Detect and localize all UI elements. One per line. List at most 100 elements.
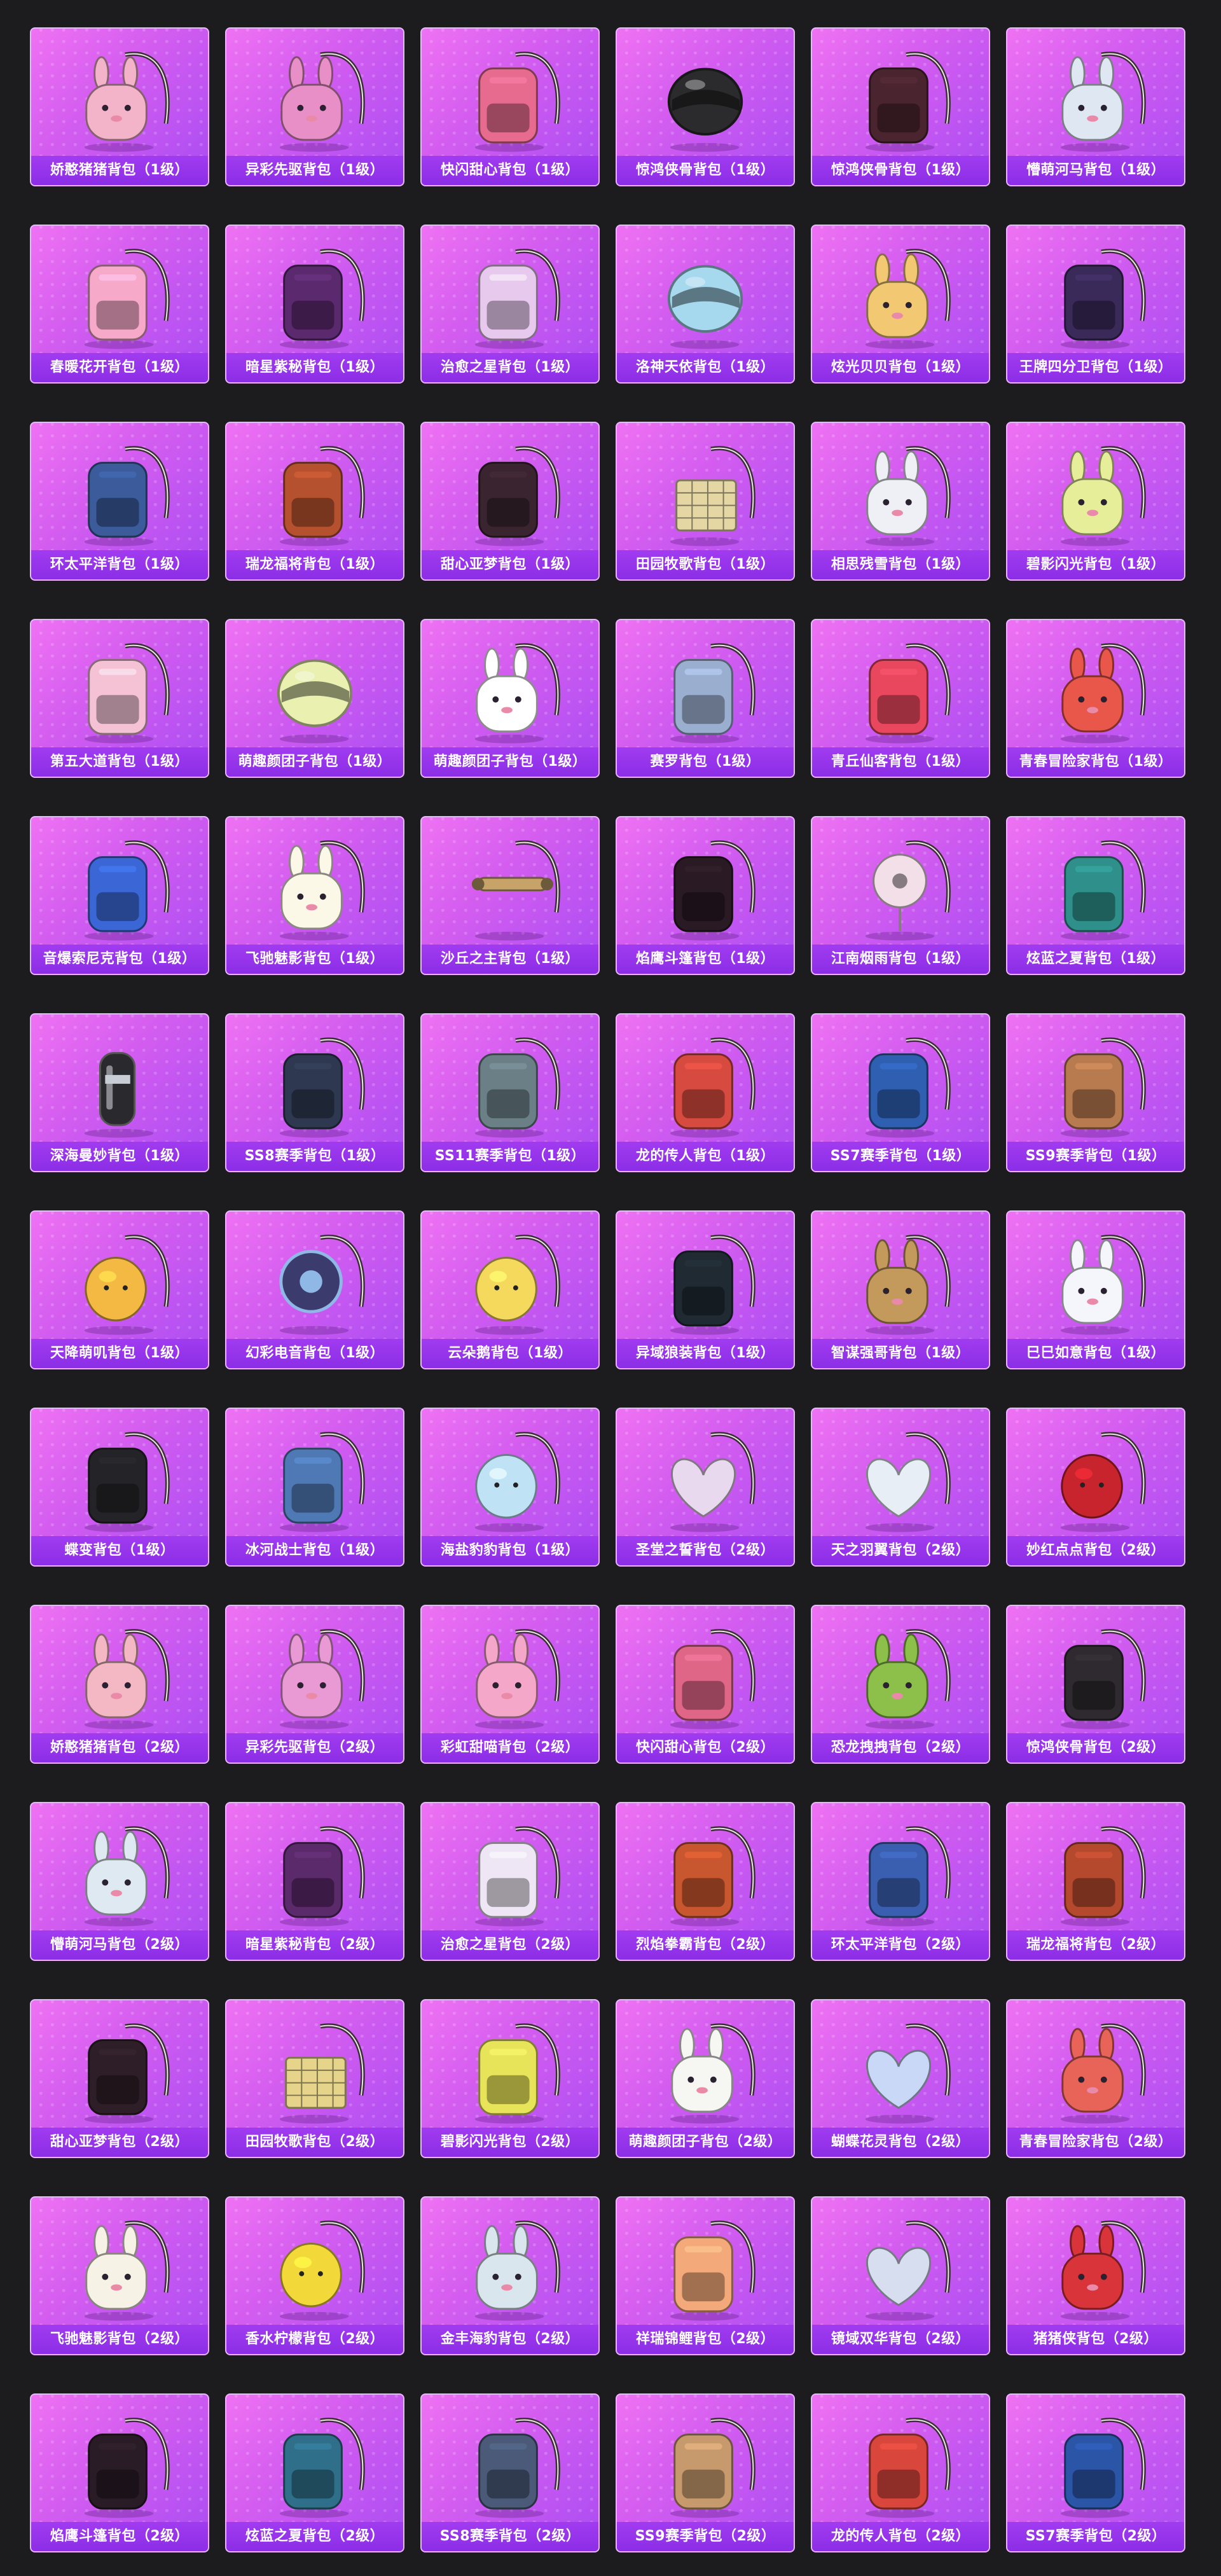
item-card[interactable]: 妙红点点背包（2级） xyxy=(1006,1408,1185,1567)
item-card[interactable]: 惊鸿侠骨背包（1级） xyxy=(616,27,795,186)
item-card[interactable]: 相思残雪背包（1级） xyxy=(811,422,990,581)
item-card[interactable]: 天降萌叽背包（1级） xyxy=(30,1210,209,1369)
item-card[interactable]: 异彩先驱背包（1级） xyxy=(225,27,404,186)
item-card[interactable]: 云朵鹅背包（1级） xyxy=(420,1210,600,1369)
backpack-icon xyxy=(1007,817,1184,947)
backpack-icon xyxy=(226,1014,403,1144)
item-card[interactable]: 快闪甜心背包（2级） xyxy=(616,1605,795,1764)
item-card[interactable]: 青丘仙客背包（1级） xyxy=(811,619,990,778)
item-card[interactable]: SS8赛季背包（1级） xyxy=(225,1013,404,1172)
item-card[interactable]: SS9赛季背包（2级） xyxy=(616,2393,795,2552)
item-card[interactable]: 海盐豹豹背包（1级） xyxy=(420,1408,600,1567)
backpack-icon xyxy=(617,1212,794,1341)
item-card[interactable]: 龙的传人背包（1级） xyxy=(616,1013,795,1172)
item-card[interactable]: 暗星紫秘背包（1级） xyxy=(225,225,404,384)
item-card[interactable]: SS11赛季背包（1级） xyxy=(420,1013,600,1172)
item-name: 甜心亚梦背包（2级） xyxy=(31,2128,208,2157)
item-card[interactable]: SS8赛季背包（2级） xyxy=(420,2393,600,2552)
backpack-icon xyxy=(226,423,403,553)
item-card[interactable]: 香水柠檬背包（2级） xyxy=(225,2196,404,2355)
item-card[interactable]: 瑞龙福将背包（1级） xyxy=(225,422,404,581)
item-card[interactable]: 第五大道背包（1级） xyxy=(30,619,209,778)
item-card[interactable]: 猪猪侠背包（2级） xyxy=(1006,2196,1185,2355)
item-card[interactable]: 巳巳如意背包（1级） xyxy=(1006,1210,1185,1369)
item-name: 异彩先驱背包（1级） xyxy=(226,156,403,185)
item-card[interactable]: 懵萌河马背包（2级） xyxy=(30,1802,209,1961)
item-card[interactable]: 环太平洋背包（1级） xyxy=(30,422,209,581)
item-name: 沙丘之主背包（1级） xyxy=(422,945,598,974)
item-card[interactable]: 赛罗背包（1级） xyxy=(616,619,795,778)
helmet-icon xyxy=(617,226,794,356)
item-card[interactable]: 圣堂之誓背包（2级） xyxy=(616,1408,795,1567)
item-card[interactable]: 冰河战士背包（1级） xyxy=(225,1408,404,1567)
item-card[interactable]: 异彩先驱背包（2级） xyxy=(225,1605,404,1764)
item-name: 快闪甜心背包（1级） xyxy=(422,156,598,185)
item-name: 治愈之星背包（2级） xyxy=(422,1930,598,1960)
item-card[interactable]: 恐龙拽拽背包（2级） xyxy=(811,1605,990,1764)
fan-icon xyxy=(812,817,989,947)
item-card[interactable]: 异域狼装背包（1级） xyxy=(616,1210,795,1369)
item-card[interactable]: 萌趣颜团子背包（2级） xyxy=(616,1999,795,2158)
item-card[interactable]: 瑞龙福将背包（2级） xyxy=(1006,1802,1185,1961)
item-card[interactable]: 惊鸿侠骨背包（2级） xyxy=(1006,1605,1185,1764)
item-card[interactable]: 智谋强哥背包（1级） xyxy=(811,1210,990,1369)
item-card[interactable]: 龙的传人背包（2级） xyxy=(811,2393,990,2552)
dino-backpack-icon xyxy=(1007,620,1184,750)
item-card[interactable]: 炫蓝之夏背包（2级） xyxy=(225,2393,404,2552)
pig-backpack-icon xyxy=(31,29,208,158)
item-card[interactable]: 萌趣颜团子背包（1级） xyxy=(225,619,404,778)
item-card[interactable]: 春暖花开背包（1级） xyxy=(30,225,209,384)
item-card[interactable]: 碧影闪光背包（2级） xyxy=(420,1999,600,2158)
item-card[interactable]: 暗星紫秘背包（2级） xyxy=(225,1802,404,1961)
item-card[interactable]: 金丰海豹背包（2级） xyxy=(420,2196,600,2355)
item-card[interactable]: 甜心亚梦背包（2级） xyxy=(30,1999,209,2158)
item-card[interactable]: 深海曼妙背包（1级） xyxy=(30,1013,209,1172)
item-card[interactable]: 飞驰魅影背包（2级） xyxy=(30,2196,209,2355)
item-name: 蝶变背包（1级） xyxy=(31,1536,208,1565)
item-card[interactable]: 祥瑞锦鲤背包（2级） xyxy=(616,2196,795,2355)
item-name: 香水柠檬背包（2级） xyxy=(226,2325,403,2354)
item-card[interactable]: 音爆索尼克背包（1级） xyxy=(30,816,209,975)
item-card[interactable]: 甜心亚梦背包（1级） xyxy=(420,422,600,581)
item-card[interactable]: 碧影闪光背包（1级） xyxy=(1006,422,1185,581)
item-card[interactable]: 焰鹰斗篷背包（2级） xyxy=(30,2393,209,2552)
item-name: 猪猪侠背包（2级） xyxy=(1007,2325,1184,2354)
item-card[interactable]: 炫蓝之夏背包（1级） xyxy=(1006,816,1185,975)
item-card[interactable]: 蝶变背包（1级） xyxy=(30,1408,209,1567)
item-card[interactable]: 青春冒险家背包（2级） xyxy=(1006,1999,1185,2158)
item-name: 海盐豹豹背包（1级） xyxy=(422,1536,598,1565)
item-card[interactable]: 江南烟雨背包（1级） xyxy=(811,816,990,975)
item-card[interactable]: 洛神天依背包（1级） xyxy=(616,225,795,384)
item-card[interactable]: SS7赛季背包（2级） xyxy=(1006,2393,1185,2552)
item-card[interactable]: 青春冒险家背包（1级） xyxy=(1006,619,1185,778)
item-card[interactable]: 治愈之星背包（2级） xyxy=(420,1802,600,1961)
item-card[interactable]: 王牌四分卫背包（1级） xyxy=(1006,225,1185,384)
item-card[interactable]: 惊鸿侠骨背包（1级） xyxy=(811,27,990,186)
item-name: SS7赛季背包（2级） xyxy=(1007,2522,1184,2551)
item-card[interactable]: 快闪甜心背包（1级） xyxy=(420,27,600,186)
item-card[interactable]: 治愈之星背包（1级） xyxy=(420,225,600,384)
item-card[interactable]: 懵萌河马背包（1级） xyxy=(1006,27,1185,186)
item-card[interactable]: 彩虹甜喵背包（2级） xyxy=(420,1605,600,1764)
item-card[interactable]: 飞驰魅影背包（1级） xyxy=(225,816,404,975)
item-card[interactable]: 娇憨猪猪背包（1级） xyxy=(30,27,209,186)
item-card[interactable]: 萌趣颜团子背包（1级） xyxy=(420,619,600,778)
item-card[interactable]: 炫光贝贝背包（1级） xyxy=(811,225,990,384)
item-card[interactable]: 娇憨猪猪背包（2级） xyxy=(30,1605,209,1764)
item-card[interactable]: 沙丘之主背包（1级） xyxy=(420,816,600,975)
item-card[interactable]: 幻彩电音背包（1级） xyxy=(225,1210,404,1369)
item-card[interactable]: 田园牧歌背包（2级） xyxy=(225,1999,404,2158)
item-card[interactable]: 焰鹰斗篷背包（1级） xyxy=(616,816,795,975)
mech-backpack-icon xyxy=(617,620,794,750)
item-card[interactable]: 环太平洋背包（2级） xyxy=(811,1802,990,1961)
item-card[interactable]: 烈焰拳霸背包（2级） xyxy=(616,1802,795,1961)
item-card[interactable]: 镜域双华背包（2级） xyxy=(811,2196,990,2355)
item-card[interactable]: 田园牧歌背包（1级） xyxy=(616,422,795,581)
item-name: 江南烟雨背包（1级） xyxy=(812,945,989,974)
item-name: 相思残雪背包（1级） xyxy=(812,550,989,579)
item-card[interactable]: 蝴蝶花灵背包（2级） xyxy=(811,1999,990,2158)
item-card[interactable]: SS9赛季背包（1级） xyxy=(1006,1013,1185,1172)
item-name: 娇憨猪猪背包（2级） xyxy=(31,1733,208,1762)
item-card[interactable]: 天之羽翼背包（2级） xyxy=(811,1408,990,1567)
item-card[interactable]: SS7赛季背包（1级） xyxy=(811,1013,990,1172)
